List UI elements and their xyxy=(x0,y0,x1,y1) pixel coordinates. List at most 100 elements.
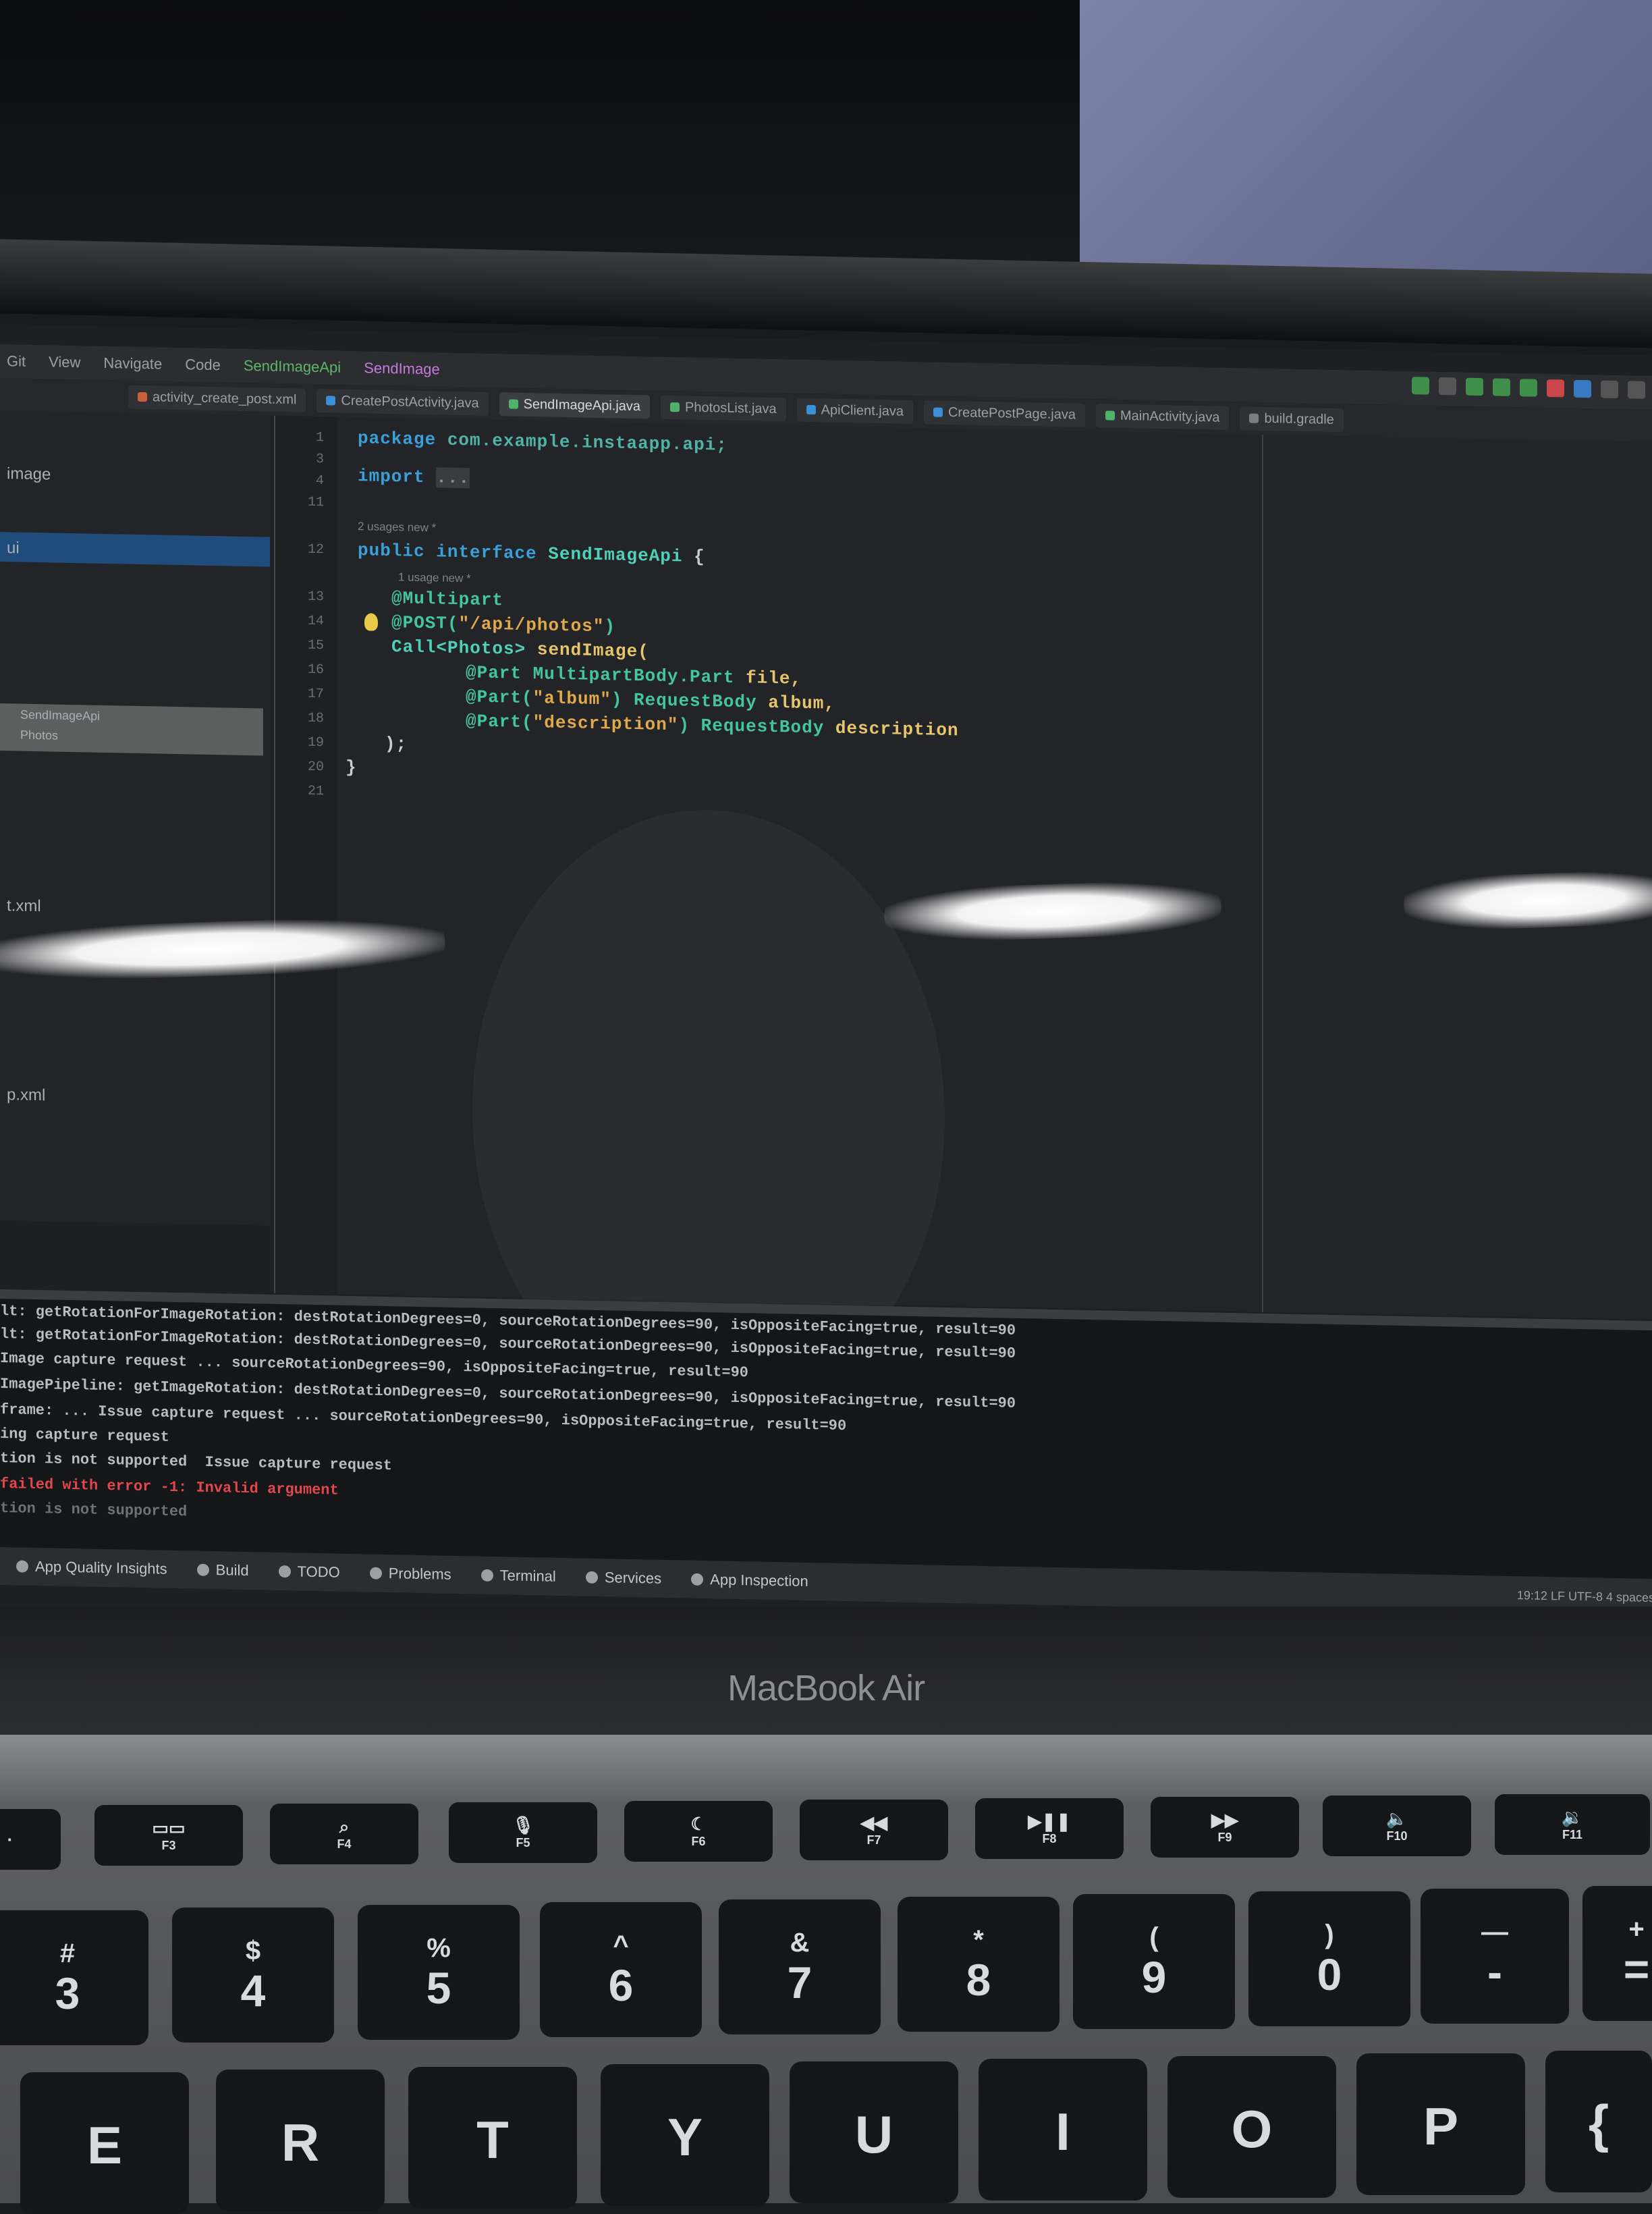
key-f6[interactable]: ☾ F6 xyxy=(624,1801,773,1862)
key-u[interactable]: U xyxy=(790,2061,958,2203)
key-y[interactable]: Y xyxy=(601,2064,769,2206)
debug-icon[interactable] xyxy=(1466,377,1483,396)
param-key: "album" xyxy=(532,688,611,710)
menu-item-code[interactable]: Code xyxy=(185,356,221,374)
key-f7[interactable]: ◀◀ F7 xyxy=(800,1800,948,1860)
project-item[interactable]: t.xml xyxy=(7,896,41,916)
key-f10[interactable]: 🔈 F10 xyxy=(1323,1796,1471,1856)
file-breadcrumb[interactable]: SendImage xyxy=(364,359,440,378)
param-type: ) RequestBody xyxy=(611,689,757,713)
annotation-close: ) xyxy=(604,616,616,637)
key-f2[interactable]: · xyxy=(0,1809,61,1870)
tool-label: Problems xyxy=(388,1565,451,1583)
device-selector-icon[interactable] xyxy=(1439,377,1456,396)
key-6[interactable]: ^ 6 xyxy=(540,1902,702,2037)
tool-terminal[interactable]: Terminal xyxy=(480,1567,556,1586)
key-t[interactable]: T xyxy=(408,2067,577,2209)
key-f11[interactable]: 🔉 F11 xyxy=(1495,1794,1650,1855)
key-i[interactable]: I xyxy=(979,2059,1147,2200)
project-item[interactable]: SendImageApi xyxy=(20,708,100,724)
line-number: 13 xyxy=(307,589,324,605)
tool-label: App Quality Insights xyxy=(35,1557,167,1577)
project-item[interactable]: p.xml xyxy=(7,1085,45,1105)
line-number: 15 xyxy=(307,637,324,654)
editor-tab[interactable]: activity_create_post.xml xyxy=(128,385,306,412)
key-f9[interactable]: ▶▶ F9 xyxy=(1151,1797,1299,1858)
key-o[interactable]: O xyxy=(1167,2056,1336,2198)
interface-file-icon xyxy=(1105,410,1115,421)
menu-item-navigate[interactable]: Navigate xyxy=(103,354,162,373)
key-f4[interactable]: ⌕ F4 xyxy=(270,1804,418,1864)
key-5[interactable]: % 5 xyxy=(358,1905,520,2040)
key-4[interactable]: $4 xyxy=(172,1908,334,2043)
laptop-screen: Git View Navigate Code SendImageApi Send… xyxy=(0,324,1652,1659)
project-item[interactable]: Photos xyxy=(20,728,58,743)
import-fold[interactable]: ... xyxy=(436,467,470,489)
key-e[interactable]: E xyxy=(20,2072,189,2214)
code-editor[interactable]: 1 3 4 11 12 13 14 15 16 17 18 19 20 21 p… xyxy=(270,415,1652,1320)
menu-item-view[interactable]: View xyxy=(49,353,80,371)
key-f5[interactable]: 🎙 F5 xyxy=(449,1802,597,1863)
menu-item-git[interactable]: Git xyxy=(7,352,26,371)
interface-file-icon xyxy=(670,402,680,412)
log-line: ing capture request xyxy=(0,1426,169,1446)
sync-icon[interactable] xyxy=(1574,379,1591,398)
editor-tab[interactable]: MainActivity.java xyxy=(1095,403,1230,430)
line-number: 16 xyxy=(307,662,324,678)
status-right-info[interactable]: 19:12 LF UTF-8 4 spaces xyxy=(1517,1588,1652,1605)
tool-services[interactable]: Services xyxy=(585,1569,661,1588)
search-icon[interactable] xyxy=(1601,380,1618,399)
key-f3[interactable]: ▭▭ F3 xyxy=(94,1805,243,1866)
log-line-error: failed with error -1: Invalid argument xyxy=(0,1476,339,1499)
key-f8[interactable]: ▶❚❚ F8 xyxy=(975,1798,1124,1859)
settings-icon[interactable] xyxy=(1628,381,1645,399)
editor-tab[interactable]: build.gradle xyxy=(1240,406,1344,432)
tool-todo[interactable]: TODO xyxy=(278,1563,340,1582)
line-number: 20 xyxy=(307,759,324,776)
project-item[interactable]: image xyxy=(7,464,51,484)
key-8[interactable]: * 8 xyxy=(898,1897,1059,2032)
apply-changes-icon[interactable] xyxy=(1493,378,1510,396)
param-name: description xyxy=(835,718,959,741)
key-9[interactable]: (9 xyxy=(1073,1894,1235,2029)
code-close-interface: } xyxy=(346,757,357,778)
editor-tab[interactable]: PhotosList.java xyxy=(661,395,786,421)
key-7[interactable]: & 7 xyxy=(719,1899,881,2034)
keyword-interface: interface xyxy=(436,541,537,564)
lightbulb-icon[interactable] xyxy=(364,613,378,631)
keyboard-deck: · ▭▭ F3 ⌕ F4 🎙 F5 ☾ F6 ◀◀ F7 ▶❚❚ F8 ▶▶ F9 🔈 F10 … xyxy=(0,1735,1652,2214)
editor-tab[interactable]: CreatePostActivity.java xyxy=(316,388,489,416)
run-icon[interactable] xyxy=(1412,377,1429,395)
tool-build[interactable]: Build xyxy=(196,1561,249,1580)
editor-tab[interactable]: CreatePostPage.java xyxy=(923,400,1085,427)
param-annotation: @Part MultipartBody.Part xyxy=(466,662,735,688)
key-3[interactable]: #3 xyxy=(0,1910,148,2045)
tool-label: Build xyxy=(215,1561,249,1580)
profile-icon[interactable] xyxy=(1520,379,1537,397)
line-number: 11 xyxy=(307,494,324,511)
tool-problems[interactable]: Problems xyxy=(369,1565,451,1584)
package-name: com.example.instaapp.api; xyxy=(447,429,727,456)
key-minus[interactable]: — - xyxy=(1421,1889,1569,2024)
usages-hint[interactable]: 2 usages new * xyxy=(358,520,436,535)
tool-app-inspection[interactable]: App Inspection xyxy=(691,1571,808,1590)
editor-tab-active[interactable]: SendImageApi.java xyxy=(499,392,651,418)
hammer-icon xyxy=(196,1563,209,1576)
tool-app-quality-insights[interactable]: App Quality Insights xyxy=(16,1557,167,1577)
usages-hint[interactable]: 1 usage new * xyxy=(398,570,471,585)
stop-icon[interactable] xyxy=(1547,379,1564,398)
code-interface-line: public interface SendImageApi { xyxy=(358,540,705,567)
key-equals[interactable]: + = xyxy=(1582,1886,1652,2021)
key-0[interactable]: ) 0 xyxy=(1248,1891,1410,2026)
java-file-icon xyxy=(806,404,816,415)
editor-tab[interactable]: ApiClient.java xyxy=(796,398,913,424)
project-breadcrumb[interactable]: SendImageApi xyxy=(244,357,341,377)
code-method-signature: Call<Photos> sendImage( xyxy=(391,637,649,662)
project-item[interactable]: ui xyxy=(7,539,20,558)
java-file-icon xyxy=(326,396,336,406)
key-r[interactable]: R xyxy=(216,2070,385,2211)
open-brace: { xyxy=(694,546,705,568)
key-bracket[interactable]: { xyxy=(1545,2051,1652,2192)
key-p[interactable]: P xyxy=(1356,2053,1525,2195)
brand-label: MacBook Air xyxy=(727,1668,925,1708)
